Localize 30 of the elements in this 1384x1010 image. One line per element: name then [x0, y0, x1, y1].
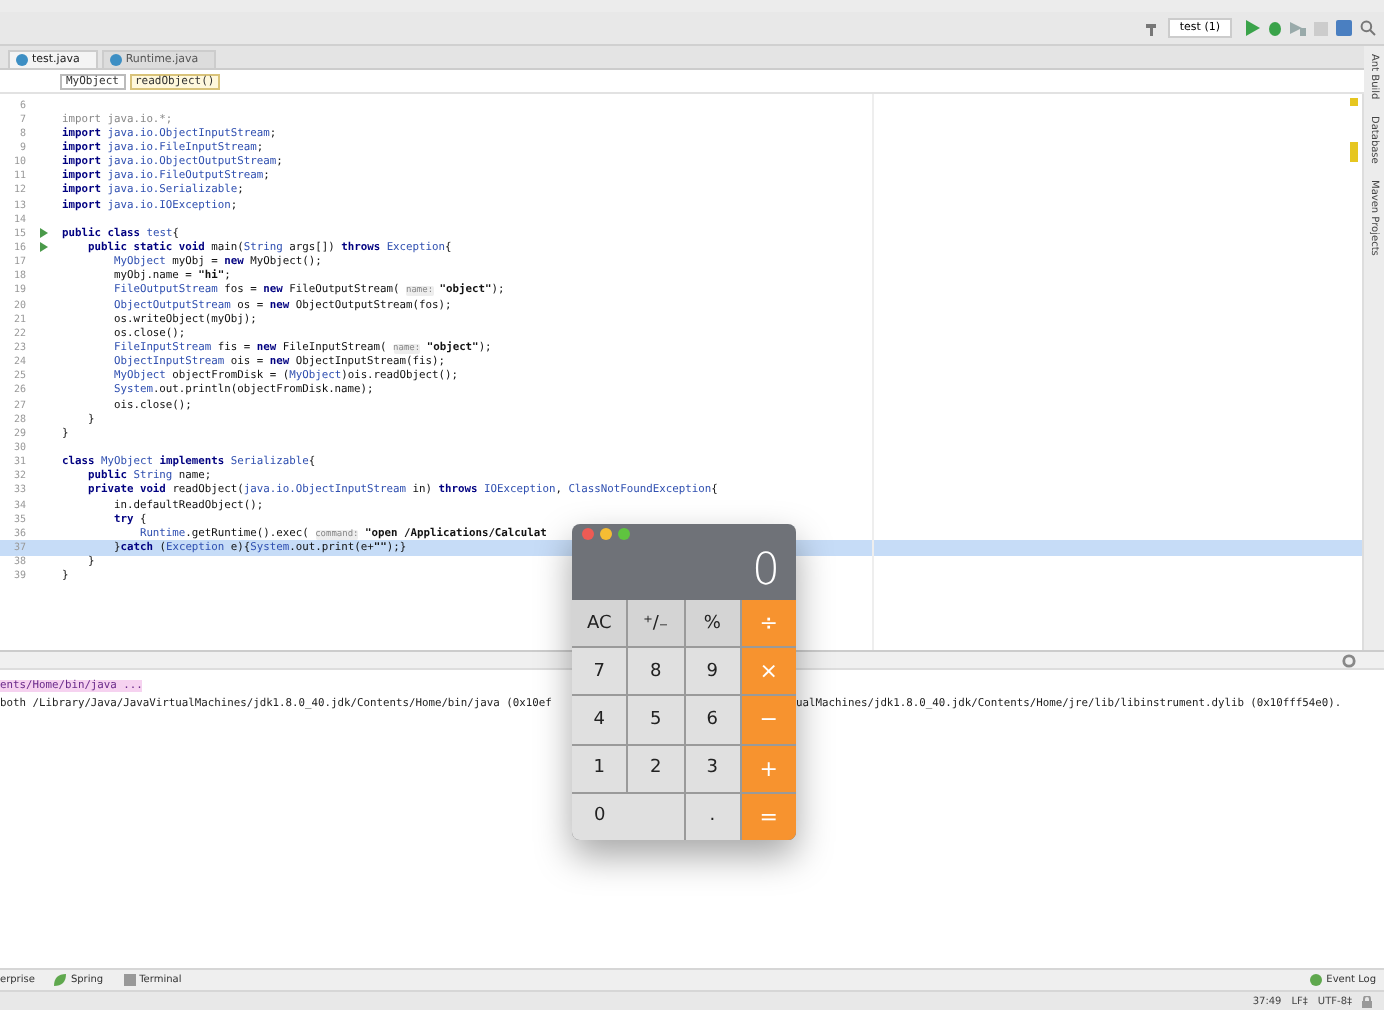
- calculator-key[interactable]: 9: [685, 648, 740, 695]
- warning-stripe-mark: [1350, 98, 1358, 106]
- gear-icon[interactable]: [1342, 653, 1356, 667]
- calculator-key[interactable]: %: [685, 600, 740, 647]
- calculator-key[interactable]: 4: [572, 696, 627, 744]
- calculator-key[interactable]: 6: [685, 696, 740, 744]
- lock-icon[interactable]: [1362, 995, 1372, 1007]
- run-icon[interactable]: [1246, 20, 1260, 36]
- calculator-key[interactable]: 1: [572, 745, 627, 792]
- zoom-button[interactable]: [618, 528, 630, 540]
- leaf-icon: [54, 974, 67, 986]
- search-icon[interactable]: [1360, 20, 1376, 36]
- calculator-key[interactable]: 0: [572, 793, 683, 840]
- warning-stripe-mark: [1350, 142, 1358, 162]
- calculator-display: 0: [752, 550, 780, 594]
- calculator-key[interactable]: 2: [628, 745, 683, 792]
- calculator-key[interactable]: AC: [572, 600, 627, 647]
- calculator-key[interactable]: ⁺∕₋: [628, 600, 683, 647]
- hammer-icon[interactable]: [1143, 20, 1160, 36]
- calculator-key[interactable]: 8: [628, 648, 683, 695]
- run-arrow-icon[interactable]: [40, 242, 48, 253]
- calculator-key[interactable]: .: [685, 793, 740, 840]
- status-dot-icon: [1310, 974, 1323, 986]
- close-button[interactable]: [582, 528, 594, 540]
- calculator-key[interactable]: 3: [685, 745, 740, 792]
- minimize-button[interactable]: [600, 528, 612, 540]
- terminal-icon: [123, 974, 136, 986]
- run-arrow-icon[interactable]: [40, 228, 48, 239]
- calculator-key[interactable]: 7: [572, 648, 627, 695]
- calculator-key[interactable]: 5: [628, 696, 683, 744]
